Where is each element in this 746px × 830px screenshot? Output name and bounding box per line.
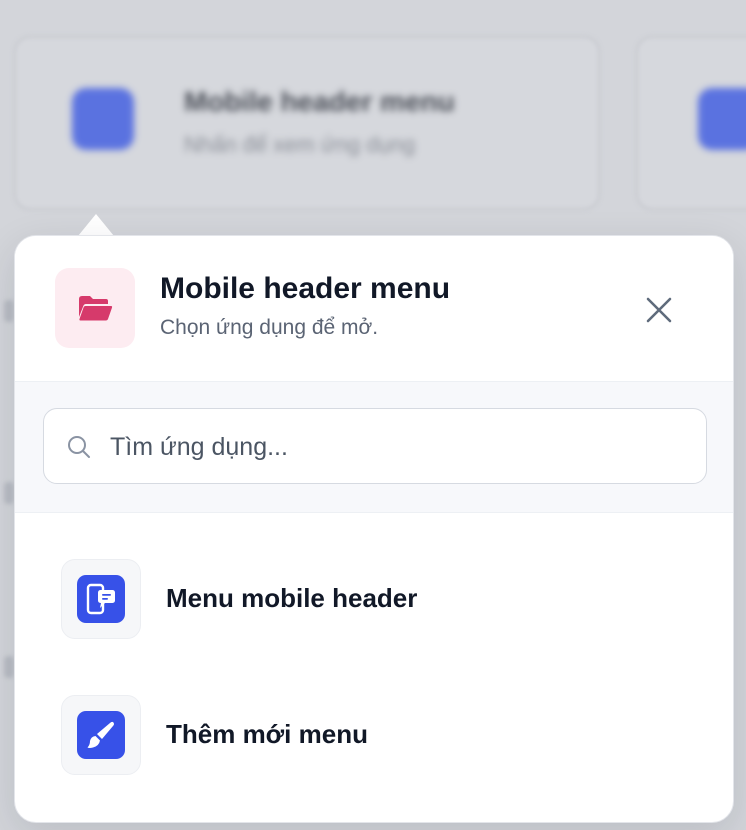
app-item-them-moi-menu[interactable]: Thêm mới menu — [15, 695, 733, 775]
background-marker — [4, 300, 14, 322]
app-item-menu-mobile-header[interactable]: Menu mobile header — [15, 559, 733, 639]
app-picker-popover: Mobile header menu Chọn ứng dụng để mở. — [14, 235, 734, 823]
app-label: Menu mobile header — [166, 583, 418, 613]
search-section — [15, 382, 733, 513]
mobile-chat-icon — [77, 575, 125, 623]
folder-open-icon — [55, 268, 135, 348]
background-app-card: Mobile header menu Nhấn để xem ứng dụng — [14, 36, 600, 210]
background-app-card-2 — [636, 36, 746, 210]
close-icon — [646, 297, 672, 323]
background-app-icon-2 — [698, 88, 746, 150]
background-card-subtitle: Nhấn để xem ứng dụng — [184, 132, 416, 157]
close-button[interactable] — [637, 288, 681, 332]
popover-header: Mobile header menu Chọn ứng dụng để mở. — [15, 236, 733, 382]
background-card-title: Mobile header menu — [184, 86, 455, 117]
background-marker — [4, 656, 14, 678]
background-marker — [4, 482, 14, 504]
app-icon-container — [61, 695, 141, 775]
app-label: Thêm mới menu — [166, 719, 368, 749]
search-icon — [68, 436, 90, 458]
app-icon-container — [61, 559, 141, 639]
app-list: Menu mobile header Thêm mới menu — [15, 513, 733, 775]
popover-subtitle: Chọn ứng dụng để mở. — [160, 316, 379, 339]
background-app-icon — [72, 88, 134, 150]
popover-arrow — [78, 214, 114, 236]
search-input[interactable] — [108, 409, 692, 485]
paintbrush-icon — [77, 711, 125, 759]
search-box[interactable] — [43, 408, 707, 485]
popover-title: Mobile header menu — [160, 272, 451, 305]
